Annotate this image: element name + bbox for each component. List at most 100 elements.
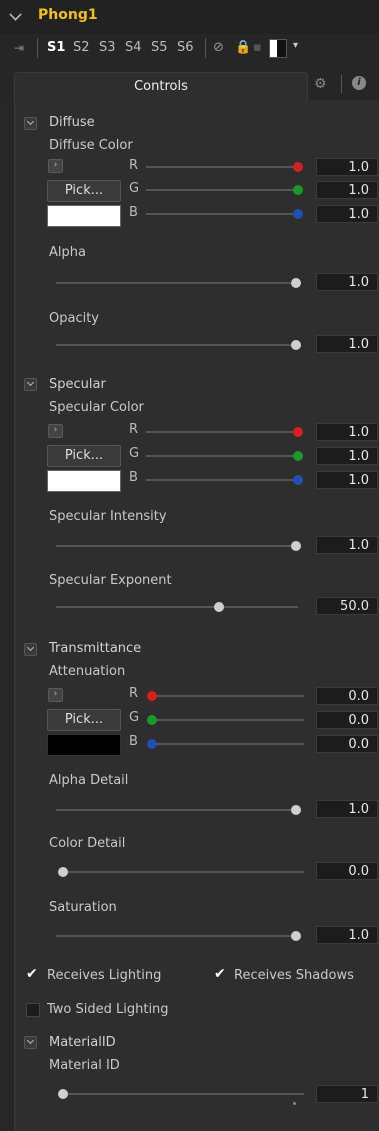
version-tab-s5[interactable]: S5 xyxy=(151,40,168,55)
attenuation-blue-value[interactable]: 0.0 xyxy=(316,735,378,753)
color-detail-value[interactable]: 0.0 xyxy=(316,862,378,880)
material-id-slider[interactable] xyxy=(58,1089,68,1099)
specular-green-slider[interactable] xyxy=(293,451,303,461)
opacity-value[interactable]: 1.0 xyxy=(316,335,378,353)
node-color-swatch[interactable] xyxy=(269,39,287,58)
version-tab-s6[interactable]: S6 xyxy=(177,40,194,55)
version-tab-s1[interactable]: S1 xyxy=(47,40,65,55)
specular-red-label: R xyxy=(129,422,139,437)
specular-exponent-value[interactable]: 50.0 xyxy=(316,597,378,615)
specular-green-label: G xyxy=(129,446,140,461)
specular-expand-button[interactable]: › xyxy=(48,424,63,438)
diffuse-red-label: R xyxy=(129,158,139,173)
diffuse-green-value[interactable]: 1.0 xyxy=(316,181,378,199)
divider xyxy=(37,38,38,58)
alpha-value[interactable]: 1.0 xyxy=(316,273,378,291)
divider xyxy=(341,75,342,93)
save-icon[interactable]: ▪ xyxy=(253,40,262,55)
disable-icon[interactable]: ⊘ xyxy=(213,40,224,55)
alpha-detail-value[interactable]: 1.0 xyxy=(316,800,378,818)
receives-lighting-label: Receives Lighting xyxy=(47,968,162,983)
tick-mark xyxy=(293,1102,296,1105)
attenuation-green-slider[interactable] xyxy=(147,715,157,725)
transmittance-section-title: Transmittance xyxy=(49,641,142,656)
gear-icon[interactable]: ⚙ xyxy=(314,76,327,92)
diffuse-red-slider[interactable] xyxy=(293,162,303,172)
material-id-label: Material ID xyxy=(49,1058,120,1073)
specular-intensity-track xyxy=(56,545,298,547)
opacity-slider[interactable] xyxy=(291,340,301,350)
alpha-label: Alpha xyxy=(49,245,86,260)
diffuse-section-title: Diffuse xyxy=(49,115,95,130)
transmittance-section-toggle[interactable] xyxy=(24,643,37,656)
specular-green-track xyxy=(146,455,298,457)
saturation-track xyxy=(56,935,298,937)
specular-exponent-label: Specular Exponent xyxy=(49,573,172,588)
attenuation-red-value[interactable]: 0.0 xyxy=(316,687,378,705)
attenuation-green-track xyxy=(152,719,304,721)
attenuation-blue-label: B xyxy=(129,734,138,749)
attenuation-pick-button[interactable]: Pick... xyxy=(47,709,121,731)
tab-controls[interactable]: Controls xyxy=(14,72,308,101)
diffuse-pick-button[interactable]: Pick... xyxy=(47,180,121,202)
material-id-value[interactable]: 1 xyxy=(316,1085,378,1103)
diffuse-blue-value[interactable]: 1.0 xyxy=(316,205,378,223)
diffuse-blue-label: B xyxy=(129,205,138,220)
saturation-value[interactable]: 1.0 xyxy=(316,926,378,944)
attenuation-green-value[interactable]: 0.0 xyxy=(316,711,378,729)
color-detail-slider[interactable] xyxy=(58,867,68,877)
chevron-down-icon[interactable]: ▾ xyxy=(293,40,298,51)
specular-intensity-slider[interactable] xyxy=(291,541,301,551)
version-tab-s4[interactable]: S4 xyxy=(125,40,142,55)
specular-exponent-slider[interactable] xyxy=(214,602,224,612)
alpha-detail-track xyxy=(56,809,298,811)
diffuse-section-toggle[interactable] xyxy=(24,117,37,130)
materialid-section-toggle[interactable] xyxy=(24,1036,37,1049)
receives-shadows-checkbox[interactable]: ✔ xyxy=(214,966,226,982)
specular-intensity-value[interactable]: 1.0 xyxy=(316,536,378,554)
specular-green-value[interactable]: 1.0 xyxy=(316,447,378,465)
materialid-section-title: MaterialID xyxy=(49,1035,116,1050)
specular-color-swatch[interactable] xyxy=(47,470,121,492)
specular-red-slider[interactable] xyxy=(293,427,303,437)
receives-shadows-label: Receives Shadows xyxy=(234,968,354,983)
specular-section-toggle[interactable] xyxy=(24,378,37,391)
attenuation-expand-button[interactable]: › xyxy=(48,688,63,702)
attenuation-color-swatch[interactable] xyxy=(47,734,121,756)
attenuation-green-label: G xyxy=(129,710,140,725)
diffuse-blue-slider[interactable] xyxy=(293,209,303,219)
divider xyxy=(205,38,206,58)
version-tab-s2[interactable]: S2 xyxy=(73,40,90,55)
attenuation-blue-slider[interactable] xyxy=(147,739,157,749)
material-id-track xyxy=(62,1093,304,1095)
attenuation-label: Attenuation xyxy=(49,664,126,679)
attenuation-red-slider[interactable] xyxy=(147,691,157,701)
alpha-detail-label: Alpha Detail xyxy=(49,773,129,788)
specular-blue-value[interactable]: 1.0 xyxy=(316,471,378,489)
diffuse-expand-button[interactable]: › xyxy=(48,159,63,173)
diffuse-red-track xyxy=(146,166,298,168)
specular-blue-slider[interactable] xyxy=(293,475,303,485)
lock-icon[interactable]: 🔒 xyxy=(235,40,251,55)
pin-icon[interactable]: ⇥ xyxy=(14,41,24,55)
specular-red-track xyxy=(146,431,298,433)
receives-lighting-checkbox[interactable]: ✔ xyxy=(26,966,38,982)
specular-section-title: Specular xyxy=(49,377,106,392)
two-sided-lighting-label: Two Sided Lighting xyxy=(47,1002,169,1017)
diffuse-green-label: G xyxy=(129,181,140,196)
diffuse-red-value[interactable]: 1.0 xyxy=(316,158,378,176)
saturation-slider[interactable] xyxy=(291,931,301,941)
opacity-track xyxy=(56,344,298,346)
alpha-slider[interactable] xyxy=(291,278,301,288)
alpha-detail-slider[interactable] xyxy=(291,805,301,815)
two-sided-lighting-checkbox[interactable] xyxy=(26,1003,40,1017)
diffuse-blue-track xyxy=(146,213,298,215)
version-tab-s3[interactable]: S3 xyxy=(99,40,116,55)
specular-red-value[interactable]: 1.0 xyxy=(316,423,378,441)
alpha-track xyxy=(56,282,298,284)
info-icon[interactable]: i xyxy=(352,76,366,90)
attenuation-red-track xyxy=(152,695,304,697)
diffuse-color-swatch[interactable] xyxy=(47,205,121,227)
diffuse-green-slider[interactable] xyxy=(293,185,303,195)
specular-pick-button[interactable]: Pick... xyxy=(47,445,121,467)
